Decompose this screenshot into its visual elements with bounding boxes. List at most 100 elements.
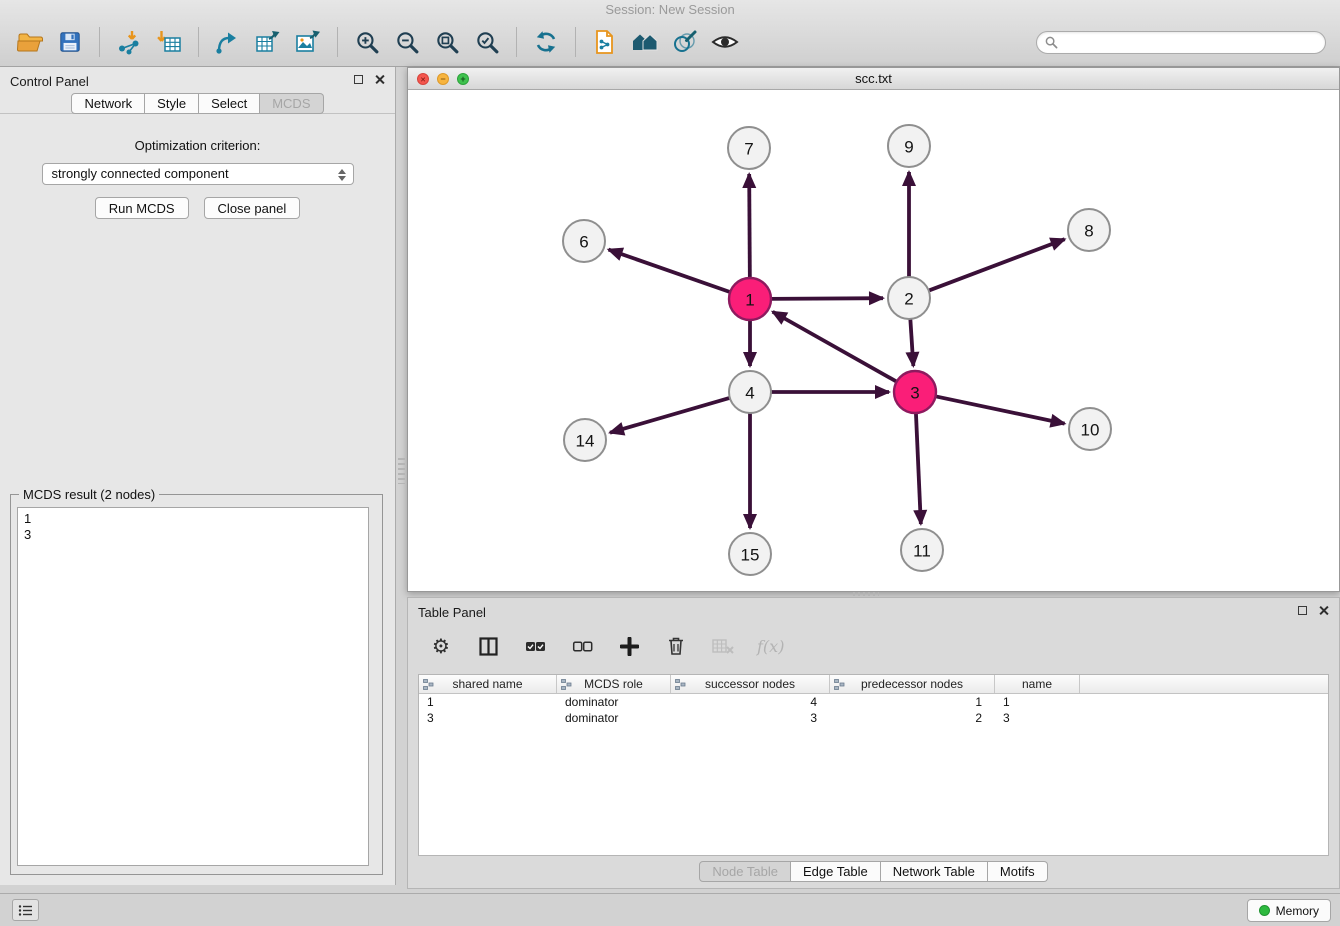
column-header-shared-name[interactable]: shared name xyxy=(419,675,557,693)
graph-node-label-14: 14 xyxy=(576,432,595,451)
cell-successor-nodes[interactable]: 3 xyxy=(671,711,830,725)
column-header-name[interactable]: name xyxy=(995,675,1080,693)
table-row[interactable]: 3 dominator 3 2 3 xyxy=(419,710,1328,726)
graph-edge-1-7[interactable] xyxy=(749,174,750,280)
unselect-all-rows-button[interactable] xyxy=(569,633,595,659)
vertical-splitter-handle[interactable] xyxy=(398,458,405,484)
toolbar-separator xyxy=(516,27,517,57)
import-table-button[interactable] xyxy=(149,22,189,62)
close-window-icon[interactable] xyxy=(417,73,429,85)
open-folder-icon xyxy=(17,30,44,54)
graph-edge-3-11[interactable] xyxy=(916,411,921,524)
select-all-rows-button[interactable] xyxy=(522,633,548,659)
tab-network[interactable]: Network xyxy=(71,93,145,114)
apply-style-button[interactable] xyxy=(665,22,705,62)
tab-network-table[interactable]: Network Table xyxy=(881,861,988,882)
cell-mcds-role[interactable]: dominator xyxy=(557,711,671,725)
close-table-panel-icon[interactable] xyxy=(1318,605,1329,616)
export-image-button[interactable] xyxy=(288,22,328,62)
control-panel-tabs: Network Style Select MCDS xyxy=(0,93,395,114)
function-builder-button[interactable]: f(x) xyxy=(757,637,784,656)
zoom-selected-button[interactable] xyxy=(467,22,507,62)
toolbar-separator xyxy=(198,27,199,57)
graph-edge-3-10[interactable] xyxy=(934,396,1065,424)
graph-edge-2-3[interactable] xyxy=(910,317,913,366)
open-session-button[interactable] xyxy=(10,22,50,62)
graph-edge-2-8[interactable] xyxy=(927,239,1065,291)
add-row-button[interactable] xyxy=(616,633,642,659)
delete-table-button[interactable] xyxy=(710,633,736,659)
attribute-icon xyxy=(834,679,845,690)
graph-node-label-9: 9 xyxy=(904,138,913,157)
column-header-successor-nodes[interactable]: successor nodes xyxy=(671,675,830,693)
memory-button[interactable]: Memory xyxy=(1247,899,1331,922)
zoom-fit-icon xyxy=(435,30,460,55)
network-view-window: scc.txt 7968124314101511 xyxy=(407,67,1340,592)
column-header-predecessor-nodes[interactable]: predecessor nodes xyxy=(830,675,995,693)
attribute-icon xyxy=(561,679,572,690)
tab-style[interactable]: Style xyxy=(145,93,199,114)
maximize-window-icon[interactable] xyxy=(457,73,469,85)
save-floppy-icon xyxy=(58,30,82,54)
dropdown-stepper-icon xyxy=(336,167,348,183)
graph-edge-1-6[interactable] xyxy=(609,250,733,293)
network-home-button[interactable] xyxy=(625,22,665,62)
unselect-all-icon xyxy=(572,640,593,653)
search-input[interactable] xyxy=(1063,35,1317,50)
tab-edge-table[interactable]: Edge Table xyxy=(791,861,881,882)
run-mcds-button[interactable]: Run MCDS xyxy=(95,197,189,219)
cell-shared-name[interactable]: 1 xyxy=(419,695,557,709)
close-panel-button[interactable]: Close panel xyxy=(204,197,301,219)
zoom-fit-button[interactable] xyxy=(427,22,467,62)
show-columns-button[interactable] xyxy=(475,633,501,659)
task-history-button[interactable] xyxy=(12,899,39,921)
dropdown-selected-value: strongly connected component xyxy=(52,166,229,181)
horizontal-splitter-handle[interactable] xyxy=(853,592,879,596)
tab-select[interactable]: Select xyxy=(199,93,260,114)
import-network-button[interactable] xyxy=(109,22,149,62)
graph-node-label-6: 6 xyxy=(579,233,588,252)
tab-node-table[interactable]: Node Table xyxy=(699,861,791,882)
table-row[interactable]: 1 dominator 4 1 1 xyxy=(419,694,1328,710)
graph-node-label-10: 10 xyxy=(1081,421,1100,440)
delete-row-button[interactable] xyxy=(663,633,689,659)
network-graph[interactable]: 7968124314101511 xyxy=(408,91,1339,591)
cell-name[interactable]: 3 xyxy=(995,711,1080,725)
column-header-mcds-role[interactable]: MCDS role xyxy=(557,675,671,693)
save-session-button[interactable] xyxy=(50,22,90,62)
table-settings-button[interactable] xyxy=(428,633,454,659)
graph-edge-3-1[interactable] xyxy=(773,312,899,383)
tab-motifs[interactable]: Motifs xyxy=(988,861,1048,882)
minimize-window-icon[interactable] xyxy=(437,73,449,85)
cell-predecessor-nodes[interactable]: 2 xyxy=(830,711,995,725)
mcds-result-item[interactable]: 1 xyxy=(24,511,368,527)
tab-mcds[interactable]: MCDS xyxy=(260,93,323,114)
export-network-button[interactable] xyxy=(208,22,248,62)
close-panel-icon[interactable] xyxy=(374,74,385,85)
cell-predecessor-nodes[interactable]: 1 xyxy=(830,695,995,709)
network-window-titlebar[interactable]: scc.txt xyxy=(408,68,1339,90)
refresh-button[interactable] xyxy=(526,22,566,62)
optimization-criterion-dropdown[interactable]: strongly connected component xyxy=(42,163,354,185)
export-table-button[interactable] xyxy=(248,22,288,62)
export-image-icon xyxy=(295,29,321,55)
mcds-result-list[interactable]: 1 3 xyxy=(17,507,369,866)
cell-successor-nodes[interactable]: 4 xyxy=(671,695,830,709)
app-chrome: Session: New Session xyxy=(0,0,1340,67)
mcds-result-item[interactable]: 3 xyxy=(24,527,368,543)
network-canvas[interactable]: 7968124314101511 xyxy=(408,91,1339,591)
memory-status-icon xyxy=(1259,905,1270,916)
float-table-panel-icon[interactable] xyxy=(1298,606,1307,615)
zoom-out-button[interactable] xyxy=(387,22,427,62)
cell-mcds-role[interactable]: dominator xyxy=(557,695,671,709)
main-toolbar xyxy=(0,19,1340,65)
cell-shared-name[interactable]: 3 xyxy=(419,711,557,725)
cell-name[interactable]: 1 xyxy=(995,695,1080,709)
zoom-in-button[interactable] xyxy=(347,22,387,62)
show-hide-graphics-button[interactable] xyxy=(705,22,745,62)
graph-edge-1-2[interactable] xyxy=(769,298,883,299)
import-table-icon xyxy=(156,29,182,55)
share-document-button[interactable] xyxy=(585,22,625,62)
graph-edge-4-14[interactable] xyxy=(610,397,732,432)
float-panel-icon[interactable] xyxy=(354,75,363,84)
